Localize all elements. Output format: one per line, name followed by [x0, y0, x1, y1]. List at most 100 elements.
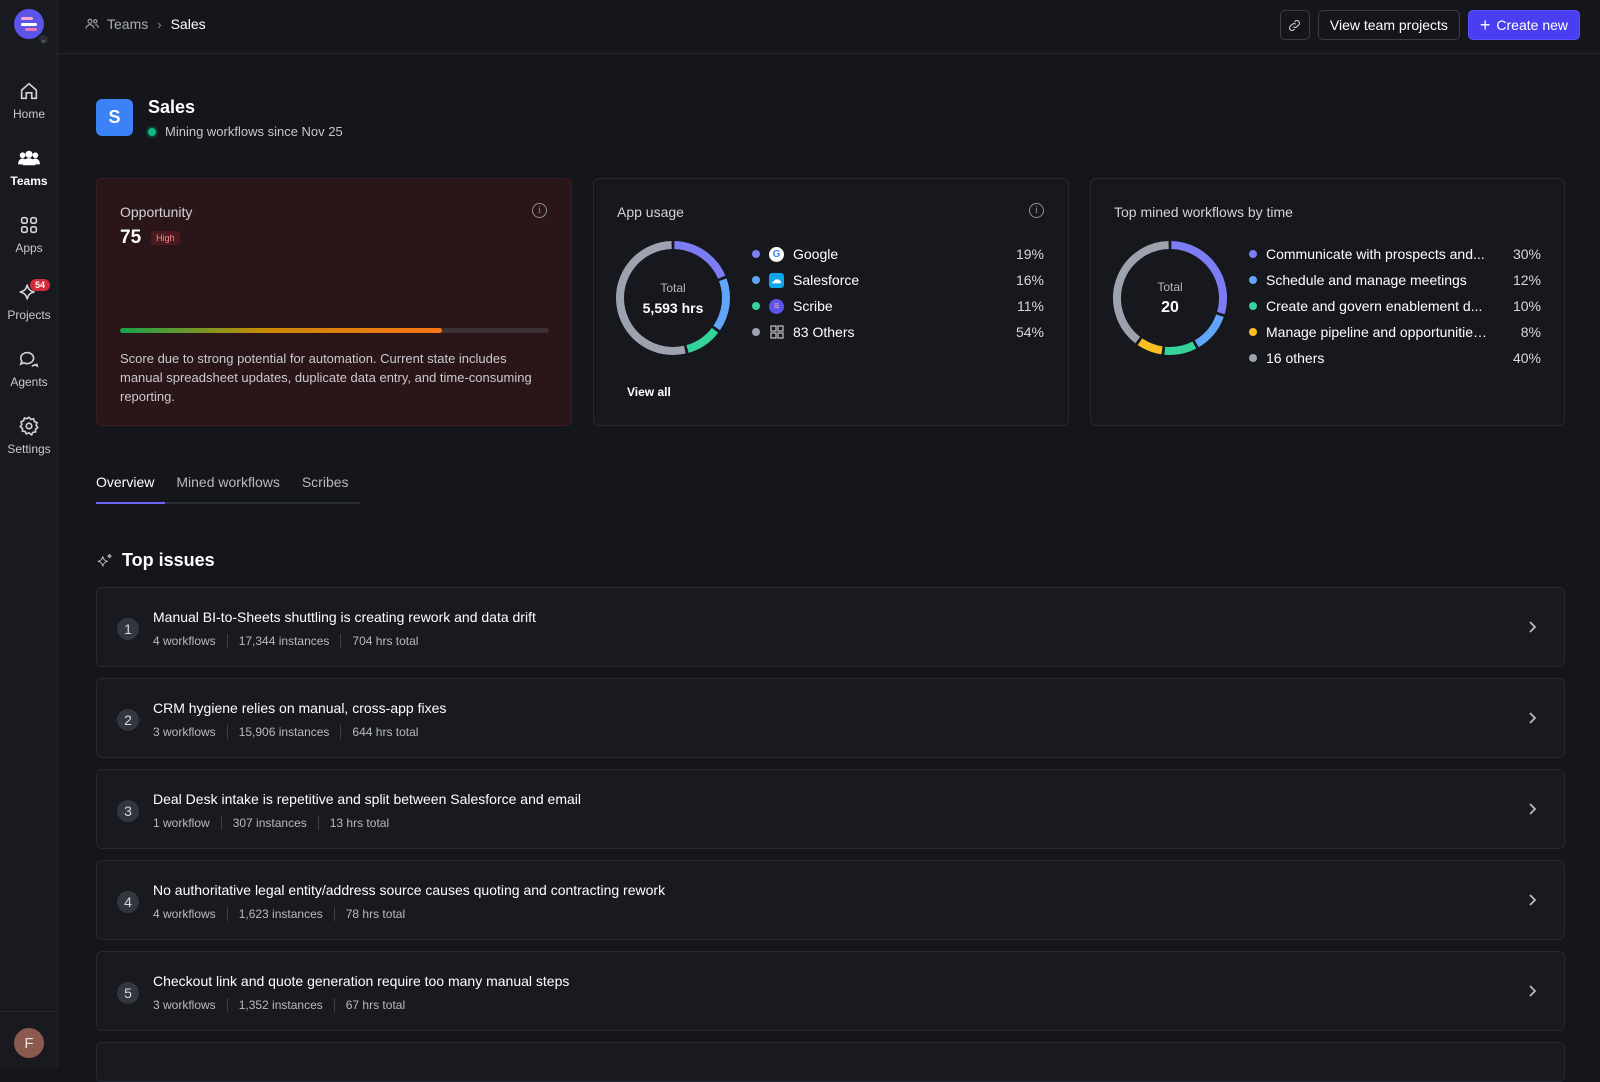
app-usage-legend: G Google 19% ☁ Salesforce 16% ≡ Scribe 1…: [752, 241, 1044, 345]
top-workflows-title: Top mined workflows by time: [1114, 204, 1293, 220]
legend-row-others[interactable]: 83 Others 54%: [752, 319, 1044, 345]
issue-number: 1: [117, 618, 139, 640]
breadcrumb: Teams › Sales: [84, 16, 206, 32]
legend-name: Schedule and manage meetings: [1266, 272, 1467, 288]
legend-pct: 12%: [1512, 272, 1541, 288]
legend-pct: 30%: [1512, 246, 1541, 262]
legend-row[interactable]: Create and govern enablement d... 10%: [1249, 293, 1541, 319]
view-team-projects-button[interactable]: View team projects: [1317, 10, 1460, 40]
tab-scribes[interactable]: Scribes: [291, 474, 360, 502]
app-usage-title: App usage: [617, 204, 684, 220]
issue-title: Deal Desk intake is repetitive and split…: [153, 791, 582, 807]
donut-total-value: 5,593 hrs: [642, 299, 704, 316]
legend-dot: [1249, 328, 1257, 336]
issue-row[interactable]: 4 No authoritative legal entity/address …: [96, 860, 1565, 940]
issue-number: 5: [117, 982, 139, 1004]
issue-row[interactable]: 3 Deal Desk intake is repetitive and spl…: [96, 769, 1565, 849]
legend-name: Manage pipeline and opportunities...: [1266, 324, 1491, 340]
issue-row-partial[interactable]: [96, 1042, 1565, 1082]
issue-hours: 644 hrs total: [340, 725, 429, 739]
sidebar-item-projects[interactable]: 54 Projects: [0, 273, 58, 340]
sidebar-item-teams[interactable]: Teams: [0, 139, 58, 206]
legend-row[interactable]: Manage pipeline and opportunities... 8%: [1249, 319, 1541, 345]
issue-meta: 4 workflows 1,623 instances 78 hrs total: [153, 907, 416, 921]
issue-row[interactable]: 1 Manual BI-to-Sheets shuttling is creat…: [96, 587, 1565, 667]
legend-dot: [752, 276, 760, 284]
opportunity-progress-fill: [120, 328, 442, 333]
sidebar-item-apps[interactable]: Apps: [0, 206, 58, 273]
legend-dot: [752, 250, 760, 258]
issue-number: 2: [117, 709, 139, 731]
legend-name: Scribe: [793, 298, 833, 314]
legend-dot: [1249, 302, 1257, 310]
legend-row-google[interactable]: G Google 19%: [752, 241, 1044, 267]
create-new-label: Create new: [1496, 17, 1568, 33]
legend-row[interactable]: Schedule and manage meetings 12%: [1249, 267, 1541, 293]
issue-meta: 3 workflows 15,906 instances 644 hrs tot…: [153, 725, 429, 739]
chevron-right-icon: [1529, 985, 1537, 997]
legend-row-salesforce[interactable]: ☁ Salesforce 16%: [752, 267, 1044, 293]
legend-pct: 16%: [1015, 272, 1044, 288]
copy-link-button[interactable]: [1279, 10, 1310, 40]
issue-instances: 1,623 instances: [226, 907, 334, 921]
apps-grid-icon: [20, 216, 38, 234]
page-title: Sales: [148, 97, 196, 117]
app-usage-card: App usage i Total 5,593 hrs G Google 19%…: [593, 178, 1069, 426]
issue-hours: 13 hrs total: [317, 816, 400, 830]
workspace-switcher-icon[interactable]: ⌄: [37, 33, 50, 46]
tab-overview[interactable]: Overview: [96, 474, 166, 504]
legend-name: 83 Others: [793, 324, 855, 340]
legend-pct: 11%: [1017, 298, 1044, 314]
legend-pct: 54%: [1015, 324, 1044, 340]
issue-hours: 704 hrs total: [340, 634, 429, 648]
opportunity-description: Score due to strong potential for automa…: [120, 351, 532, 404]
opportunity-card: Opportunity i 75 High Score due to stron…: [96, 178, 572, 426]
google-icon: G: [769, 246, 784, 262]
issue-instances: 307 instances: [220, 816, 318, 830]
issue-workflows: 4 workflows: [153, 907, 216, 921]
sparkle-icon: [97, 553, 112, 566]
donut-center: Total 5,593 hrs: [614, 239, 732, 357]
chevron-right-icon: [1529, 621, 1537, 633]
teams-icon: [85, 18, 99, 29]
issue-title: No authoritative legal entity/address so…: [153, 882, 666, 898]
info-icon[interactable]: i: [532, 203, 547, 218]
plus-icon: +: [1479, 15, 1491, 35]
top-actions: View team projects + Create new: [1279, 10, 1580, 40]
info-icon[interactable]: i: [1029, 203, 1044, 218]
create-new-button[interactable]: + Create new: [1467, 10, 1580, 40]
legend-row[interactable]: 16 others 40%: [1249, 345, 1541, 371]
chevron-right-icon: [1529, 712, 1537, 724]
status-dot-icon: [148, 127, 156, 136]
issue-title: Checkout link and quote generation requi…: [153, 973, 570, 989]
top-workflows-card: Top mined workflows by time Total 20 Com…: [1090, 178, 1565, 426]
tab-bar: Overview Mined workflows Scribes: [96, 474, 360, 504]
opportunity-title: Opportunity: [120, 204, 193, 220]
avatar[interactable]: F: [14, 1028, 44, 1058]
donut-total-label: Total: [660, 280, 686, 295]
chevron-right-icon: [1529, 803, 1537, 815]
status-badge: High: [151, 231, 180, 245]
issue-workflows: 4 workflows: [153, 634, 216, 648]
opportunity-score-value: 75: [120, 227, 142, 248]
sidebar-item-settings[interactable]: Settings: [0, 407, 58, 474]
legend-row-scribe[interactable]: ≡ Scribe 11%: [752, 293, 1044, 319]
issue-row[interactable]: 2 CRM hygiene relies on manual, cross-ap…: [96, 678, 1565, 758]
donut-center: Total 20: [1111, 239, 1229, 357]
breadcrumb-parent[interactable]: Teams: [107, 16, 148, 32]
issue-row[interactable]: 5 Checkout link and quote generation req…: [96, 951, 1565, 1031]
legend-row[interactable]: Communicate with prospects and... 30%: [1249, 241, 1541, 267]
legend-pct: 10%: [1512, 298, 1541, 314]
sidebar-nav: Home Teams Apps 54 Projects Agents Setti…: [0, 72, 58, 474]
sidebar-item-home[interactable]: Home: [0, 72, 58, 139]
link-icon: [1289, 19, 1301, 31]
tab-mined-workflows[interactable]: Mined workflows: [165, 474, 290, 502]
sidebar-item-label: Home: [12, 107, 45, 121]
view-all-link[interactable]: View all: [627, 385, 671, 399]
issue-number: 4: [117, 891, 139, 913]
donut-total-value: 20: [1161, 298, 1179, 316]
donut-total-label: Total: [1157, 279, 1183, 294]
chat-bubbles-icon: [19, 351, 39, 368]
sidebar-item-agents[interactable]: Agents: [0, 340, 58, 407]
legend-pct: 40%: [1512, 350, 1541, 366]
